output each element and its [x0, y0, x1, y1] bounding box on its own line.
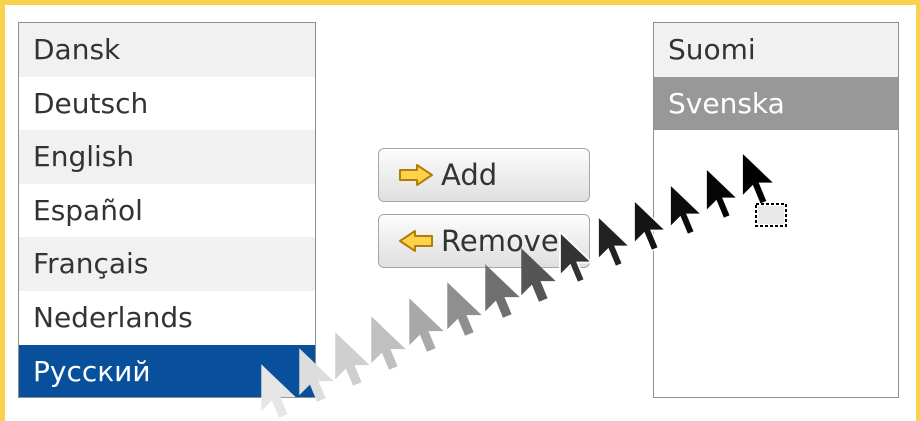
list-item-suomi[interactable]: Suomi: [654, 23, 898, 77]
add-button[interactable]: Add: [378, 148, 590, 202]
list-item-deutsch[interactable]: Deutsch: [19, 76, 315, 131]
add-button-label: Add: [441, 158, 498, 192]
list-item-espanol[interactable]: Español: [19, 183, 315, 238]
remove-button-label: Remove: [441, 224, 559, 258]
list-item-english[interactable]: English: [19, 130, 315, 184]
available-languages-listbox[interactable]: Dansk Deutsch English Español Français N…: [18, 22, 316, 398]
selected-languages-listbox[interactable]: Suomi Svenska: [653, 22, 899, 398]
list-item-dansk[interactable]: Dansk: [19, 23, 315, 77]
list-item-nederlands[interactable]: Nederlands: [19, 290, 315, 345]
arrow-left-icon: [399, 230, 433, 252]
remove-button[interactable]: Remove: [378, 214, 590, 268]
list-item-francais[interactable]: Français: [19, 237, 315, 291]
arrow-right-icon: [399, 164, 433, 186]
list-item-russian[interactable]: Русский: [19, 344, 315, 397]
list-item-svenska[interactable]: Svenska: [654, 76, 898, 131]
